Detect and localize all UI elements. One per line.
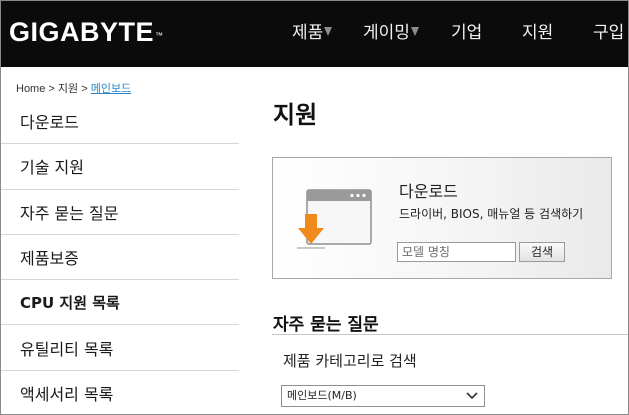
faq-subheading: 제품 카테고리로 검색 [283,352,417,370]
gigabyte-logo[interactable]: GIGABYTE™ [9,15,164,49]
download-description: 드라이버, BIOS, 매뉴얼 등 검색하기 [399,207,584,221]
breadcrumb-home[interactable]: Home [16,83,45,95]
chevron-down-icon [466,392,478,400]
breadcrumb-support[interactable]: 지원 [58,83,78,95]
download-window-icon [297,189,372,249]
nav-item-buy[interactable]: 구입 [593,21,624,45]
sidebar-item-warranty[interactable]: 제품보증 [1,235,239,281]
sidebar-item-download[interactable]: 다운로드 [1,99,239,145]
caret-down-icon [324,26,333,36]
trademark-symbol: ™ [155,31,164,40]
nav-item-enterprise[interactable]: 기업 [451,21,482,45]
nav-item-support[interactable]: 지원 [522,21,553,45]
sidebar-item-utility-list[interactable]: 유틸리티 목록 [1,325,239,371]
product-category-select[interactable]: 메인보드(M/B) [281,385,485,407]
faq-heading: 자주 묻는 질문 [273,315,379,335]
caret-down-icon [410,26,419,36]
model-search-input[interactable] [397,242,516,262]
sidebar: 다운로드 기술 지원 자주 묻는 질문 제품보증 CPU 지원 목록 유틸리티 … [1,99,239,414]
breadcrumb: Home > 지원 > 메인보드 [16,83,132,95]
sidebar-item-accessory-list[interactable]: 액세서리 목록 [1,371,239,414]
nav-item-gaming[interactable]: 게이밍 [363,21,419,45]
sidebar-item-tech-support[interactable]: 기술 지원 [1,144,239,190]
sidebar-item-faq[interactable]: 자주 묻는 질문 [1,190,239,235]
top-header: GIGABYTE™ 제품 게이밍 기업 지원 구입 [1,1,628,67]
download-panel: 다운로드 드라이버, BIOS, 매뉴얼 등 검색하기 검색 [272,157,612,279]
selected-category: 메인보드(M/B) [287,389,357,402]
nav-item-products[interactable]: 제품 [292,21,333,45]
sidebar-item-cpu-support-list[interactable]: CPU 지원 목록 [1,280,239,326]
download-title: 다운로드 [399,182,458,201]
page-title: 지원 [273,101,318,129]
page-frame: GIGABYTE™ 제품 게이밍 기업 지원 구입 Home > 지원 > 메인… [0,0,629,415]
breadcrumb-current[interactable]: 메인보드 [91,83,131,95]
search-button[interactable]: 검색 [519,242,565,262]
faq-divider [272,334,628,335]
